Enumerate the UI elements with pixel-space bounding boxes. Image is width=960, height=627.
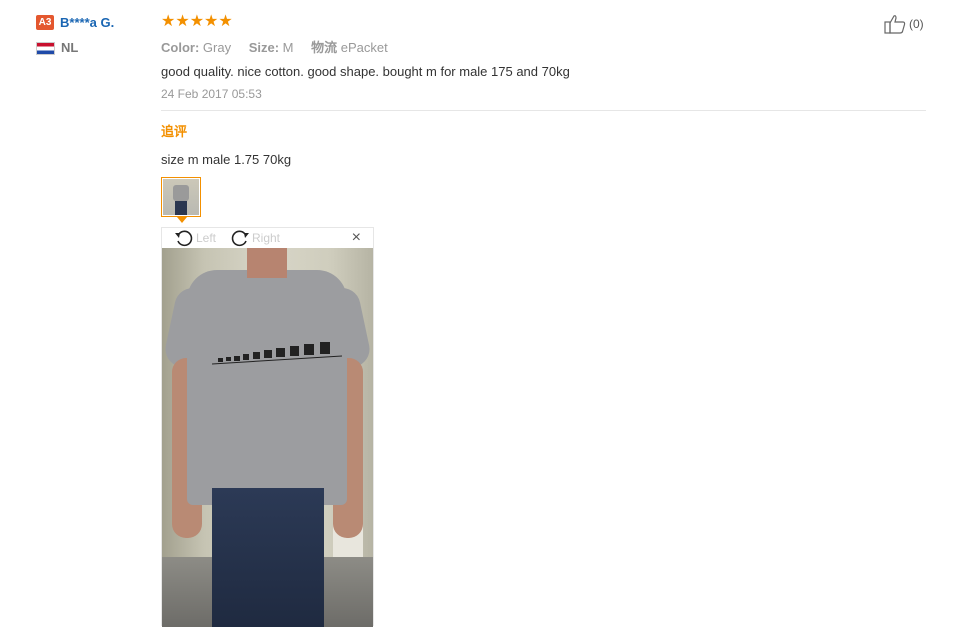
divider: [161, 110, 926, 111]
shirt-print: [212, 342, 342, 365]
review-body: ★★★★★ Color: Gray Size: M 物流 ePacket goo…: [161, 13, 926, 223]
reviewer-name[interactable]: B****a G.: [60, 15, 114, 30]
rotate-left-button[interactable]: Left: [174, 229, 216, 247]
additional-feedback-label: 追评: [161, 124, 188, 139]
review-date: 24 Feb 2017 05:53: [161, 87, 262, 101]
level-badge: A3: [36, 15, 54, 31]
shipping-value: ePacket: [340, 40, 388, 55]
thumbnail-pointer: [177, 217, 187, 223]
shipping-label: 物流: [311, 40, 338, 55]
image-viewer: Left Right ×: [161, 227, 374, 627]
netherlands-flag-icon: [36, 42, 55, 56]
size-value: M: [282, 40, 294, 55]
reviewer-country: NL: [36, 40, 114, 56]
color-value: Gray: [202, 40, 232, 55]
review-image-thumbnail[interactable]: [161, 177, 201, 223]
review-text: good quality. nice cotton. good shape. b…: [161, 64, 570, 79]
rotate-right-icon: [231, 230, 249, 247]
additional-feedback-text: size m male 1.75 70kg: [161, 152, 292, 167]
rotate-left-label: Left: [196, 231, 217, 245]
review-photo: [162, 248, 373, 627]
close-icon[interactable]: ×: [352, 230, 361, 246]
size-label: Size:: [248, 40, 280, 55]
reviewer-row: A3 B****a G.: [36, 14, 114, 32]
star-rating: ★★★★★: [161, 13, 233, 30]
rotate-left-icon: [175, 230, 193, 247]
review-attributes: Color: Gray Size: M 物流 ePacket: [161, 37, 926, 56]
thumbnail-image: [163, 179, 199, 215]
viewer-toolbar: Left Right ×: [162, 228, 373, 248]
color-label: Color:: [161, 40, 200, 55]
country-code: NL: [61, 40, 79, 55]
rotate-right-button[interactable]: Right: [230, 229, 280, 247]
rotate-right-label: Right: [252, 231, 281, 245]
reviewer-info: A3 B****a G. NL: [36, 14, 114, 56]
